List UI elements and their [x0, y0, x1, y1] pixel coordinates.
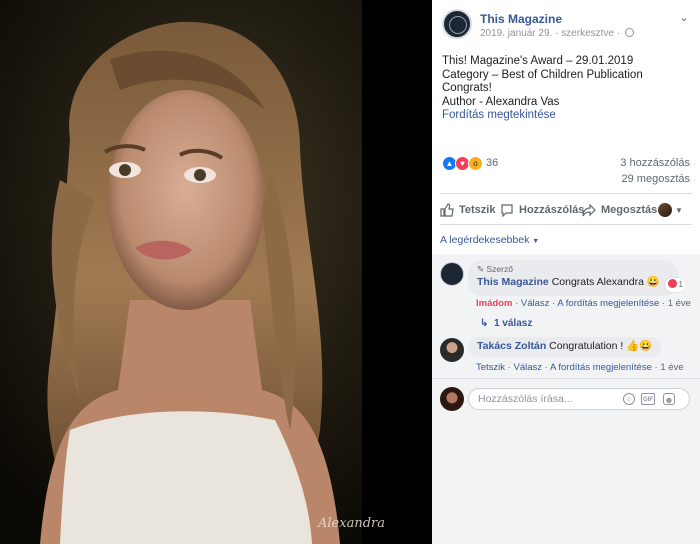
divider	[432, 378, 700, 379]
chevron-down-icon[interactable]: ⌄	[678, 13, 690, 24]
post-header: This Magazine 2019. január 29. · szerkes…	[442, 9, 692, 41]
photographer-signature: Alexandra	[318, 516, 385, 531]
reply-link[interactable]: Válasz	[521, 298, 550, 309]
page-avatar[interactable]	[442, 9, 472, 39]
avatar[interactable]	[440, 338, 464, 362]
comment-age[interactable]: 1 éve	[660, 362, 683, 373]
post-side-panel: This Magazine 2019. január 29. · szerkes…	[432, 0, 700, 544]
meta-separator: ·	[616, 28, 623, 39]
share-label: Megosztás	[601, 204, 658, 216]
comment-sort-dropdown[interactable]: A legérdekesebbek ▼	[440, 234, 539, 246]
edited-label[interactable]: szerkesztve	[561, 28, 614, 39]
caret-down-icon: ▼	[675, 205, 683, 215]
post-line: This! Magazine's Award – 29.01.2019	[442, 55, 634, 67]
comment-bubble: ✎ Szerző This Magazine Congrats Alexandr…	[468, 260, 686, 296]
page-name-link[interactable]: This Magazine	[480, 12, 562, 26]
avatar	[440, 387, 464, 411]
show-translation-link[interactable]: A fordítás megjelenítése	[550, 362, 652, 373]
comment-reaction-badge[interactable]: 1	[664, 278, 686, 292]
reaction-count: 36	[486, 157, 499, 169]
comments-section: ✎ Szerző This Magazine Congrats Alexandr…	[432, 254, 700, 544]
reply-link[interactable]: Válasz	[514, 362, 543, 373]
smile-emoji-icon: 😀	[646, 276, 660, 288]
comment-age[interactable]: 1 éve	[668, 298, 691, 309]
avatar	[658, 203, 672, 217]
comment-text: Congratulation !	[549, 340, 624, 352]
divider	[440, 224, 692, 225]
avatar[interactable]	[440, 262, 464, 286]
post-action-bar: Tetszik Hozzászólás Megosztás ▼	[440, 198, 692, 222]
photo-letterbox	[362, 0, 432, 544]
view-replies-link[interactable]: ↳ 1 válasz	[480, 318, 532, 329]
thumbs-smile-emoji-icon: 👍😀	[626, 340, 653, 352]
caret-down-icon: ▼	[532, 238, 540, 245]
comment-bubble: Takács Zoltán Congratulation ! 👍😀	[468, 337, 662, 357]
post-date[interactable]: 2019. január 29.	[480, 28, 552, 39]
emoji-icon[interactable]: ☺	[623, 393, 635, 405]
like-button[interactable]: Tetszik	[440, 198, 495, 222]
share-button[interactable]: Megosztás	[582, 198, 657, 222]
share-arrow-icon	[582, 203, 596, 217]
comment-input[interactable]	[478, 389, 618, 409]
see-translation-link[interactable]: Fordítás megtekintése	[442, 109, 692, 123]
comment-bubble-icon	[501, 204, 513, 217]
photo-viewer[interactable]: Alexandra	[0, 0, 432, 544]
sticker-icon[interactable]: ☻	[663, 393, 675, 405]
post-line: Author - Alexandra Vas	[442, 95, 560, 108]
comment-actions: Tetszik · Válasz · A fordítás megjelenít…	[476, 362, 684, 373]
comments-count[interactable]: 3 hozzászólás	[620, 157, 690, 169]
comment-label: Hozzászólás	[519, 204, 585, 216]
comment-actions: Imádom · Válasz · A fordítás megjeleníté…	[476, 298, 691, 309]
post-meta: 2019. január 29. · szerkesztve ·	[480, 28, 634, 39]
comment-text: Congrats Alexandra	[551, 276, 644, 288]
post-line: Congrats!	[442, 82, 492, 94]
comment-composer[interactable]: ☺ GIF ☻	[468, 388, 690, 410]
like-link[interactable]: Tetszik	[476, 362, 505, 373]
shares-count[interactable]: 29 megosztás	[622, 173, 690, 185]
reply-arrow-icon: ↳	[480, 318, 489, 329]
thumbs-up-icon	[440, 203, 454, 217]
gif-icon[interactable]: GIF	[641, 393, 655, 405]
wow-reaction-icon: o	[468, 156, 483, 171]
show-translation-link[interactable]: A fordítás megjelenítése	[557, 298, 659, 309]
globe-icon	[624, 28, 634, 37]
comment-author[interactable]: Takács Zoltán	[477, 340, 546, 352]
post-text: This! Magazine's Award – 29.01.2019 Cate…	[442, 55, 692, 123]
sort-label: A legérdekesebbek	[440, 234, 530, 246]
love-reaction-link[interactable]: Imádom	[476, 298, 512, 309]
like-label: Tetszik	[459, 204, 496, 216]
comment-button[interactable]: Hozzászólás	[500, 198, 584, 222]
divider	[440, 193, 692, 194]
post-line: Category – Best of Children Publication	[442, 68, 643, 81]
comment-author[interactable]: This Magazine	[477, 276, 549, 288]
post-as-selector[interactable]: ▼	[658, 198, 683, 222]
heart-icon	[667, 279, 677, 288]
author-badge: ✎ Szerző	[477, 264, 513, 274]
